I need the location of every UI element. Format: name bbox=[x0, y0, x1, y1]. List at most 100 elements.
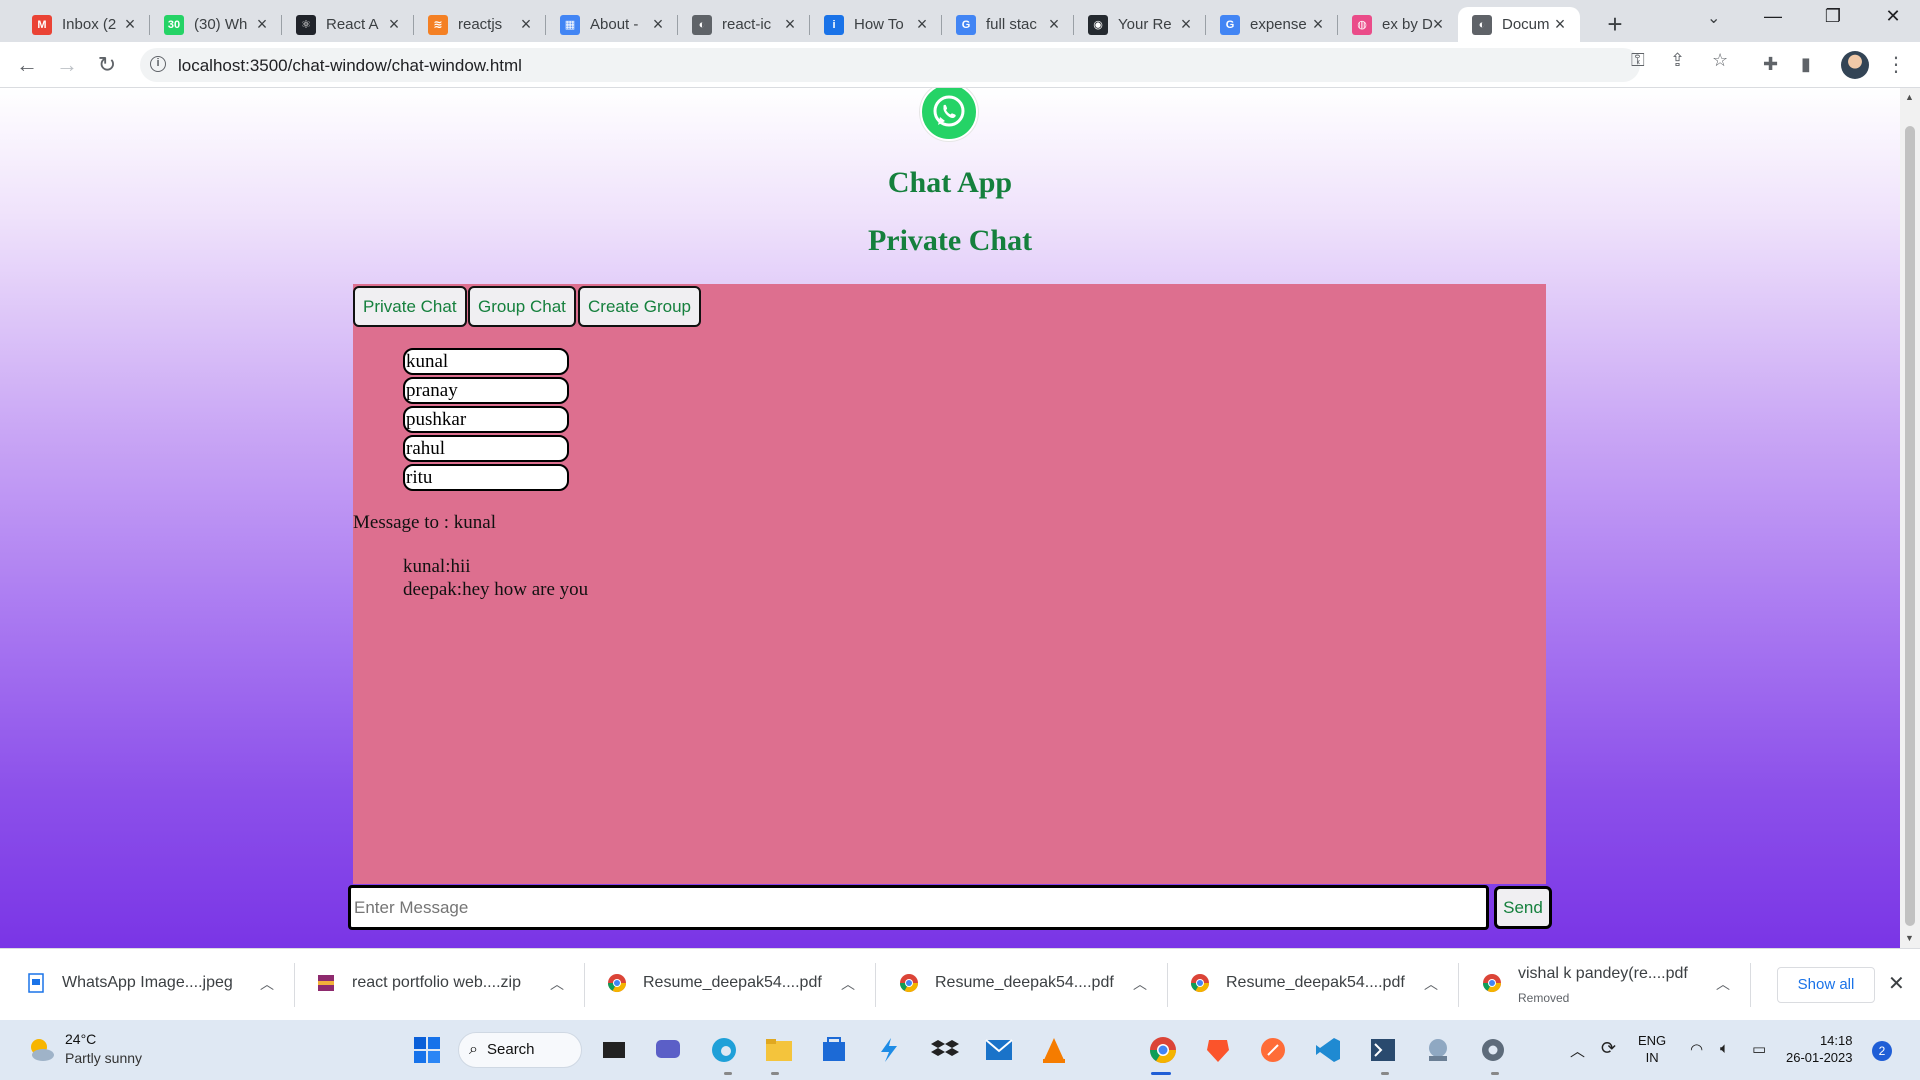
close-tab-icon[interactable]: × bbox=[648, 14, 668, 34]
share-icon[interactable]: ⇪ bbox=[1670, 50, 1685, 71]
browser-tab[interactable]: Gexpense × bbox=[1206, 7, 1338, 42]
scrollbar-thumb[interactable] bbox=[1905, 126, 1915, 926]
forward-arrow-icon[interactable]: → bbox=[52, 50, 82, 80]
close-tab-icon[interactable]: × bbox=[780, 14, 800, 34]
bookmark-star-icon[interactable]: ☆ bbox=[1712, 50, 1728, 71]
close-tab-icon[interactable]: × bbox=[1550, 14, 1570, 34]
close-tab-icon[interactable]: × bbox=[516, 14, 536, 34]
download-item[interactable]: Resume_deepak54....pdf ︿ bbox=[1190, 949, 1460, 1021]
download-item[interactable]: Resume_deepak54....pdf ︿ bbox=[607, 949, 877, 1021]
tab-search-chevron-icon[interactable]: ⌄ bbox=[1707, 8, 1720, 28]
download-item[interactable]: Resume_deepak54....pdf ︿ bbox=[899, 949, 1169, 1021]
create-group-button[interactable]: Create Group bbox=[578, 286, 701, 327]
browser-tab[interactable]: ◐ react-ic × bbox=[678, 7, 810, 42]
postman-icon[interactable] bbox=[1256, 1033, 1290, 1067]
chrome-taskbar-icon[interactable] bbox=[1146, 1033, 1180, 1067]
brave-browser-icon[interactable] bbox=[1201, 1033, 1235, 1067]
contact-item[interactable]: rahul bbox=[403, 435, 569, 462]
private-chat-button[interactable]: Private Chat bbox=[353, 286, 467, 327]
download-options-chevron-icon[interactable]: ︿ bbox=[550, 974, 564, 994]
tray-overflow-chevron-icon[interactable]: ︿ bbox=[1570, 1040, 1585, 1061]
scroll-down-arrow-icon[interactable]: ▼ bbox=[1905, 933, 1914, 943]
browser-tab[interactable]: i How To × bbox=[810, 7, 942, 42]
key-icon[interactable]: ⚿ bbox=[1631, 50, 1645, 71]
edge-browser-icon[interactable] bbox=[707, 1033, 741, 1067]
minimize-button[interactable]: — bbox=[1750, 6, 1796, 27]
azure-data-studio-icon[interactable] bbox=[872, 1033, 906, 1067]
notification-badge[interactable]: 2 bbox=[1872, 1041, 1892, 1061]
back-arrow-icon[interactable]: ← bbox=[12, 50, 42, 80]
vscode-icon[interactable] bbox=[1311, 1033, 1345, 1067]
browser-tab[interactable]: ≋ reactjs × bbox=[414, 7, 546, 42]
terminal-app-icon[interactable] bbox=[1366, 1033, 1400, 1067]
browser-tab[interactable]: ◉ Your Re × bbox=[1074, 7, 1206, 42]
download-options-chevron-icon[interactable]: ︿ bbox=[1716, 974, 1730, 994]
dropbox-icon[interactable] bbox=[928, 1033, 962, 1067]
close-tab-icon[interactable]: × bbox=[1044, 14, 1064, 34]
browser-tab[interactable]: M Inbox (2 × bbox=[18, 7, 150, 42]
download-options-chevron-icon[interactable]: ︿ bbox=[841, 974, 855, 994]
contact-item[interactable]: pushkar bbox=[403, 406, 569, 433]
close-window-button[interactable]: ✕ bbox=[1870, 6, 1916, 27]
system-clock[interactable]: 14:18 26-01-2023 bbox=[1786, 1032, 1853, 1066]
download-options-chevron-icon[interactable]: ︿ bbox=[260, 974, 274, 994]
file-explorer-icon[interactable] bbox=[762, 1033, 796, 1067]
settings-gear-icon[interactable] bbox=[1476, 1033, 1510, 1067]
site-info-icon[interactable]: i bbox=[150, 56, 166, 72]
download-item[interactable]: react portfolio web....zip ︿ bbox=[316, 949, 586, 1021]
browser-tab-title: (30) Wh bbox=[194, 16, 248, 33]
close-tab-icon[interactable]: × bbox=[1428, 14, 1448, 34]
close-tab-icon[interactable]: × bbox=[1176, 14, 1196, 34]
network-tool-icon[interactable] bbox=[1421, 1033, 1455, 1067]
partly-sunny-icon[interactable] bbox=[26, 1034, 56, 1064]
page-scrollbar[interactable]: ▲ ▼ bbox=[1900, 88, 1920, 948]
taskbar-search[interactable]: ⌕ Search bbox=[458, 1032, 582, 1068]
download-options-chevron-icon[interactable]: ︿ bbox=[1424, 974, 1438, 994]
teams-chat-icon[interactable] bbox=[651, 1033, 685, 1067]
chat-panel: Private Chat Group Chat Create Group kun… bbox=[353, 284, 1546, 884]
browser-tab[interactable]: 30 (30) Wh × bbox=[150, 7, 282, 42]
mail-icon[interactable] bbox=[982, 1033, 1016, 1067]
menu-kebab-icon[interactable]: ⋮ bbox=[1886, 52, 1906, 77]
side-panel-icon[interactable]: ▮ bbox=[1801, 54, 1811, 75]
search-icon: ⌕ bbox=[469, 1041, 478, 1058]
profile-avatar[interactable] bbox=[1841, 51, 1869, 79]
chat-mode-title: Private Chat bbox=[867, 224, 1033, 257]
close-shelf-icon[interactable]: ✕ bbox=[1888, 971, 1905, 996]
close-tab-icon[interactable]: × bbox=[120, 14, 140, 34]
browser-tab[interactable]: ◐ Docum × bbox=[1458, 7, 1580, 42]
input-language[interactable]: ENG IN bbox=[1638, 1032, 1666, 1066]
restore-button[interactable]: ❐ bbox=[1810, 6, 1856, 27]
close-tab-icon[interactable]: × bbox=[384, 14, 404, 34]
windows-start-icon[interactable] bbox=[410, 1033, 444, 1067]
send-button[interactable]: Send bbox=[1494, 886, 1552, 929]
extensions-puzzle-icon[interactable]: ✚ bbox=[1763, 54, 1778, 75]
wifi-icon[interactable]: ◠ bbox=[1690, 1040, 1703, 1058]
close-tab-icon[interactable]: × bbox=[1308, 14, 1328, 34]
close-tab-icon[interactable]: × bbox=[252, 14, 272, 34]
address-bar[interactable]: i localhost:3500/chat-window/chat-window… bbox=[140, 48, 1640, 82]
contact-item[interactable]: kunal bbox=[403, 348, 569, 375]
onedrive-sync-icon[interactable]: ⟳ bbox=[1601, 1038, 1616, 1059]
battery-icon[interactable]: ▭ bbox=[1752, 1040, 1766, 1058]
browser-tab[interactable]: ▦ About - × bbox=[546, 7, 678, 42]
browser-tab[interactable]: Gfull stac × bbox=[942, 7, 1074, 42]
close-tab-icon[interactable]: × bbox=[912, 14, 932, 34]
show-all-downloads-button[interactable]: Show all bbox=[1777, 967, 1875, 1003]
reload-icon[interactable]: ↻ bbox=[92, 50, 122, 80]
scroll-up-arrow-icon[interactable]: ▲ bbox=[1905, 92, 1914, 102]
download-item[interactable]: vishal k pandey(re....pdf Removed ︿ bbox=[1482, 949, 1752, 1021]
volume-icon[interactable]: 🔈︎ bbox=[1720, 1040, 1729, 1057]
browser-tab[interactable]: ⚛ React A × bbox=[282, 7, 414, 42]
vlc-player-icon[interactable] bbox=[1037, 1033, 1071, 1067]
group-chat-button[interactable]: Group Chat bbox=[468, 286, 576, 327]
contact-item[interactable]: pranay bbox=[403, 377, 569, 404]
contact-item[interactable]: ritu bbox=[403, 464, 569, 491]
new-tab-button[interactable]: + bbox=[1600, 9, 1630, 40]
download-options-chevron-icon[interactable]: ︿ bbox=[1133, 974, 1147, 994]
download-item[interactable]: WhatsApp Image....jpeg ︿ bbox=[26, 949, 296, 1021]
microsoft-store-icon[interactable] bbox=[817, 1033, 851, 1067]
task-view-icon[interactable] bbox=[597, 1033, 631, 1067]
browser-tab[interactable]: ◍ ex by D × bbox=[1338, 7, 1458, 42]
message-input[interactable]: Enter Message bbox=[348, 885, 1489, 930]
